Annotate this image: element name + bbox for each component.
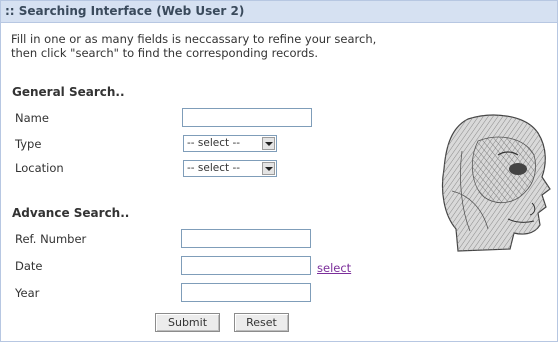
- type-select[interactable]: -- select --: [183, 135, 277, 152]
- intro-text: Fill in one or as many fields is neccass…: [11, 32, 431, 60]
- submit-button[interactable]: Submit: [155, 313, 220, 332]
- type-select-value: -- select --: [187, 137, 241, 149]
- general-search-heading: General Search..: [12, 85, 125, 99]
- ref-number-input[interactable]: [181, 229, 311, 248]
- intro-line-1: Fill in one or as many fields is neccass…: [11, 32, 377, 46]
- location-select-value: -- select --: [187, 162, 241, 174]
- date-input[interactable]: [181, 256, 311, 275]
- head-skull-sketch-image: [441, 114, 551, 252]
- location-select[interactable]: -- select --: [183, 160, 277, 177]
- location-label: Location: [15, 161, 64, 175]
- year-input[interactable]: [181, 283, 311, 302]
- reset-button[interactable]: Reset: [234, 313, 289, 332]
- date-select-link[interactable]: select: [317, 261, 351, 275]
- name-label: Name: [15, 111, 49, 125]
- chevron-down-icon[interactable]: [262, 162, 275, 175]
- type-label: Type: [15, 137, 42, 151]
- ref-number-label: Ref. Number: [15, 232, 87, 246]
- year-label: Year: [15, 286, 40, 300]
- search-panel: :: Searching Interface (Web User 2) Fill…: [0, 0, 558, 342]
- name-input[interactable]: [182, 108, 312, 127]
- chevron-down-icon[interactable]: [262, 137, 275, 150]
- advance-search-heading: Advance Search..: [12, 206, 130, 220]
- date-label: Date: [15, 259, 43, 273]
- intro-line-2: then click "search" to find the correspo…: [11, 46, 318, 60]
- panel-title: :: Searching Interface (Web User 2): [5, 4, 245, 18]
- title-bar: :: Searching Interface (Web User 2): [1, 1, 557, 23]
